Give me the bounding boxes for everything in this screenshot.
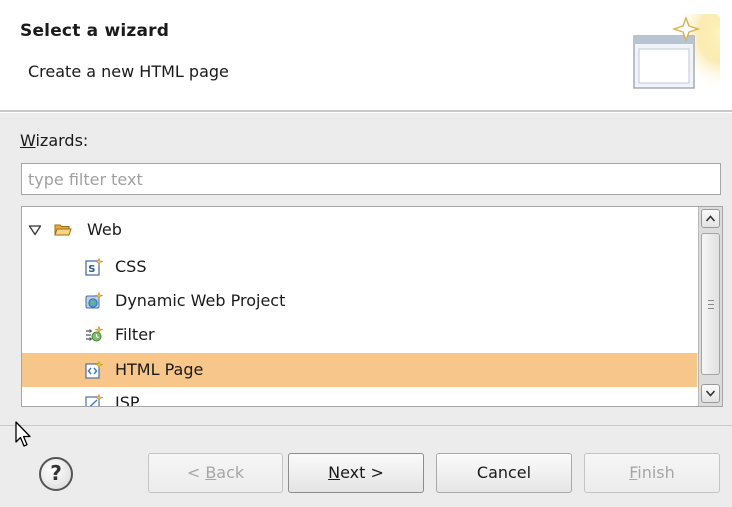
help-icon: ? bbox=[50, 461, 62, 485]
finish-button[interactable]: Finish bbox=[584, 453, 720, 493]
expand-toggle-icon[interactable] bbox=[28, 224, 42, 236]
html-page-icon bbox=[85, 361, 103, 379]
mouse-pointer-icon bbox=[15, 421, 31, 447]
help-button[interactable]: ? bbox=[39, 457, 73, 491]
web-project-icon bbox=[85, 292, 103, 309]
tree-item-filter[interactable]: Filter bbox=[22, 318, 697, 352]
header-separator bbox=[0, 110, 732, 113]
grip-line bbox=[708, 304, 714, 305]
wizard-header: Select a wizard Create a new HTML page bbox=[0, 0, 732, 110]
tree-item-label: Dynamic Web Project bbox=[115, 291, 286, 310]
tree-item-jsp[interactable]: JSP bbox=[22, 386, 697, 407]
page-title: Select a wizard bbox=[20, 21, 170, 41]
filter-input[interactable] bbox=[21, 163, 721, 195]
tree-item-dynamic-web-project[interactable]: Dynamic Web Project bbox=[22, 284, 697, 318]
back-button[interactable]: < Back bbox=[148, 453, 283, 493]
tree-item-html-page[interactable]: HTML Page bbox=[22, 353, 697, 387]
chevron-up-icon bbox=[705, 215, 716, 222]
grip-line bbox=[708, 308, 714, 309]
tree-item-web[interactable]: Web bbox=[22, 213, 697, 247]
grip-line bbox=[708, 300, 714, 301]
cancel-button[interactable]: Cancel bbox=[436, 453, 572, 493]
new-wizard-banner-icon bbox=[633, 14, 720, 96]
scroll-thumb[interactable] bbox=[701, 233, 720, 375]
svg-text:S: S bbox=[88, 264, 95, 275]
tree-item-label: Web bbox=[87, 220, 122, 239]
scroll-down-button[interactable] bbox=[701, 384, 720, 403]
tree-item-label: HTML Page bbox=[115, 360, 204, 379]
next-button[interactable]: Next > bbox=[288, 453, 424, 493]
button-bar-separator bbox=[0, 425, 732, 426]
filter-icon bbox=[86, 326, 103, 342]
wizards-label: Wizards: bbox=[20, 131, 89, 150]
tree-item-label: JSP bbox=[115, 393, 140, 407]
css-file-icon: S bbox=[85, 258, 103, 276]
tree-item-css[interactable]: S CSS bbox=[22, 250, 697, 284]
chevron-down-icon bbox=[705, 390, 716, 397]
tree-item-label: CSS bbox=[115, 257, 147, 276]
folder-open-icon bbox=[54, 224, 72, 236]
page-subtitle: Create a new HTML page bbox=[28, 62, 229, 81]
jsp-file-icon bbox=[85, 394, 103, 406]
tree-item-label: Filter bbox=[115, 325, 155, 344]
wizard-tree[interactable]: Web S CSS Dynamic Web Project Filter HTM… bbox=[21, 206, 723, 407]
scroll-up-button[interactable] bbox=[701, 209, 720, 228]
tree-scrollbar[interactable] bbox=[698, 207, 722, 406]
